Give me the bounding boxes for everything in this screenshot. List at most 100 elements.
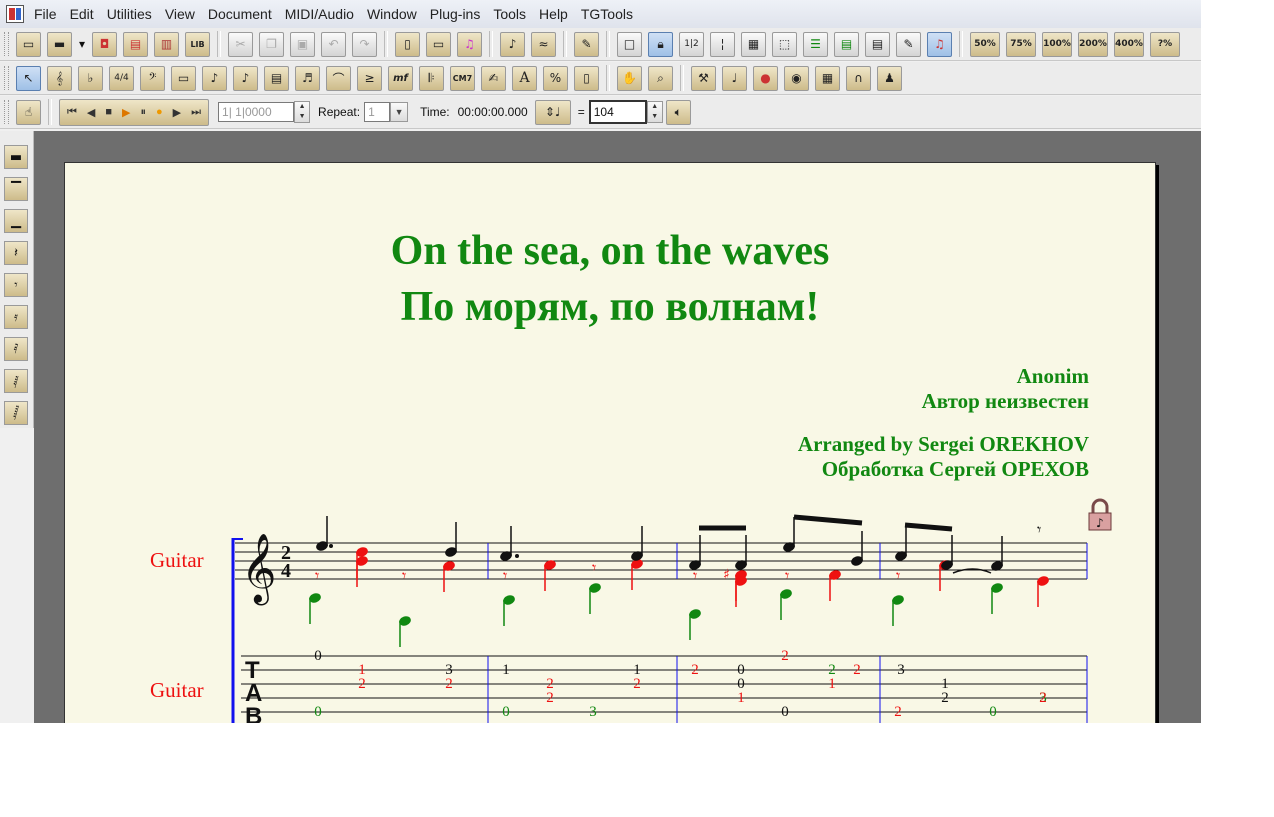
- quarter-rest-button[interactable]: 𝄽: [4, 241, 28, 265]
- mirror-tool-button[interactable]: ♩: [722, 65, 747, 91]
- zoom-100-button[interactable]: 100%: [1042, 31, 1073, 57]
- hand-grabber-button[interactable]: ✋: [617, 65, 642, 91]
- score-page[interactable]: On the sea, on the waves По морям, по во…: [64, 162, 1156, 723]
- measure-tool-button[interactable]: ▭: [171, 65, 196, 91]
- text-tool-button[interactable]: A: [512, 65, 537, 91]
- human-tool-button[interactable]: ♟: [877, 65, 902, 91]
- toolbar-grip[interactable]: [4, 66, 9, 90]
- hundred-twenty-eighth-rest-button[interactable]: 𝅂: [4, 401, 28, 425]
- play-icon[interactable]: ▶: [122, 106, 130, 119]
- scroll-view-button[interactable]: ▯: [395, 31, 421, 57]
- resize-tool-button[interactable]: %: [543, 65, 568, 91]
- pause-icon[interactable]: ⏸: [141, 106, 147, 119]
- copy-button[interactable]: ❐: [259, 31, 285, 57]
- text-page-button[interactable]: ▤: [865, 31, 891, 57]
- studio-view-button[interactable]: ♫: [457, 31, 483, 57]
- score-notation[interactable]: ♪ 𝄞 2 4 𝄾 𝄾 𝄾 𝄾 𝄾 𝄾 𝄾𝄾♯ T A B 0123201220…: [65, 163, 1155, 723]
- toolbar-grip[interactable]: [4, 100, 9, 124]
- menu-midi-audio[interactable]: MIDI/Audio: [281, 6, 363, 22]
- half-rest-button[interactable]: ▁: [4, 209, 28, 233]
- menu-window[interactable]: Window: [363, 6, 426, 22]
- speedy-entry-tool-button[interactable]: ♪: [233, 65, 258, 91]
- grid-button[interactable]: ▦: [741, 31, 767, 57]
- measure-numbers-button[interactable]: ¦: [710, 31, 736, 57]
- ossia-tool-button[interactable]: ∩: [846, 65, 871, 91]
- selection-tool-button[interactable]: ↖: [16, 65, 41, 91]
- stop-icon[interactable]: ■: [105, 106, 112, 118]
- app-icon[interactable]: [6, 5, 24, 23]
- number-button[interactable]: 1|2: [679, 31, 705, 57]
- sixteenth-rest-button[interactable]: 𝄿: [4, 305, 28, 329]
- zoom-75-button[interactable]: 75%: [1006, 31, 1037, 57]
- menu-tgtools[interactable]: TGTools: [577, 6, 642, 22]
- human-playback-button[interactable]: ≈: [531, 31, 557, 57]
- repeat-tool-button[interactable]: 𝄆: [419, 65, 444, 91]
- cut-button[interactable]: ✂: [228, 31, 254, 57]
- lib-button[interactable]: LIB: [185, 31, 211, 57]
- undo-button[interactable]: ↶: [321, 31, 347, 57]
- zoom-200-button[interactable]: 200%: [1078, 31, 1109, 57]
- special-tools-button[interactable]: ⚒: [691, 65, 716, 91]
- time-signature-tool-button[interactable]: 4/4: [109, 65, 134, 91]
- frame-button[interactable]: □: [617, 31, 643, 57]
- staff-list-button[interactable]: ☰: [803, 31, 829, 57]
- staff-tool-button[interactable]: 𝄞: [47, 65, 72, 91]
- save-button[interactable]: ◘: [92, 31, 118, 57]
- page-layout-button[interactable]: ▤: [834, 31, 860, 57]
- clef-tool-button[interactable]: 𝄢: [140, 65, 165, 91]
- menu-plug-ins[interactable]: Plug-ins: [426, 6, 490, 22]
- hyperscribe-tool-button[interactable]: ▤: [264, 65, 289, 91]
- edit-page-button[interactable]: ✎: [896, 31, 922, 57]
- measure-position-spinner[interactable]: ▲ ▼: [294, 101, 311, 123]
- page-layout-tool-button[interactable]: ▯: [574, 65, 599, 91]
- lock-layout-button[interactable]: 🔒︎: [648, 31, 674, 57]
- whole-rest-button[interactable]: ▔: [4, 177, 28, 201]
- redo-button[interactable]: ↷: [352, 31, 378, 57]
- menu-tools[interactable]: Tools: [489, 6, 535, 22]
- menu-view[interactable]: View: [161, 6, 204, 22]
- measure-position-field[interactable]: 1| 1|0000: [218, 102, 295, 122]
- tuplet-tool-button[interactable]: ♬: [295, 65, 320, 91]
- menu-document[interactable]: Document: [204, 6, 281, 22]
- repeat-select[interactable]: 1: [364, 102, 391, 122]
- sixty-fourth-rest-button[interactable]: 𝅁: [4, 369, 28, 393]
- fast-forward-icon[interactable]: ▶: [173, 106, 181, 119]
- document-workspace[interactable]: On the sea, on the waves По морям, по во…: [34, 131, 1201, 723]
- lyrics-tool-button[interactable]: ✍: [481, 65, 506, 91]
- menu-utilities[interactable]: Utilities: [103, 6, 161, 22]
- smart-shape-tool-button[interactable]: ⌒: [326, 65, 351, 91]
- repeat-dropdown-arrow-icon[interactable]: ▼: [390, 102, 409, 122]
- double-whole-rest-button[interactable]: ▬: [4, 145, 28, 169]
- zoom-50-button[interactable]: 50%: [970, 31, 1001, 57]
- articulation-tool-button[interactable]: ≥: [357, 65, 382, 91]
- mass-edit-button[interactable]: ●: [753, 65, 778, 91]
- page-view-button[interactable]: ▭: [426, 31, 452, 57]
- graphics-tool-button[interactable]: ▦: [815, 65, 840, 91]
- open-dropdown-arrow-icon[interactable]: ▾: [79, 37, 85, 51]
- tempo-note-button[interactable]: ⇕♩: [534, 99, 571, 125]
- library-button[interactable]: ▥: [154, 31, 180, 57]
- simple-entry-tool-button[interactable]: ♪: [202, 65, 227, 91]
- tempo-spinner[interactable]: ▲ ▼: [646, 101, 663, 123]
- rewind-icon[interactable]: ◀: [87, 106, 95, 119]
- eighth-rest-button[interactable]: 𝄾: [4, 273, 28, 297]
- hand-pointer-button[interactable]: ☝: [16, 99, 41, 125]
- expression-tool-button[interactable]: mf: [388, 65, 413, 91]
- microphone-button[interactable]: ✎: [574, 31, 600, 57]
- zoom-400-button[interactable]: 400%: [1114, 31, 1145, 57]
- resize-staff-button[interactable]: ♫: [927, 31, 953, 57]
- menu-edit[interactable]: Edit: [66, 6, 103, 22]
- zoom-tool-button[interactable]: ⌕: [648, 65, 673, 91]
- speaker-button[interactable]: 🔈︎: [665, 99, 691, 125]
- record-icon[interactable]: ●: [156, 106, 163, 118]
- chord-tool-button[interactable]: CM7: [450, 65, 475, 91]
- menu-help[interactable]: Help: [535, 6, 577, 22]
- layout-lock-icon[interactable]: ♪: [1088, 498, 1112, 531]
- menu-file[interactable]: File: [30, 6, 66, 22]
- page-margins-button[interactable]: ⬚: [772, 31, 798, 57]
- key-signature-tool-button[interactable]: ♭: [78, 65, 103, 91]
- rewind-start-icon[interactable]: ⏮: [67, 106, 77, 119]
- open-button[interactable]: ▬: [47, 31, 72, 57]
- midi-tool-button[interactable]: ◉: [784, 65, 809, 91]
- new-document-button[interactable]: ▭: [16, 31, 41, 57]
